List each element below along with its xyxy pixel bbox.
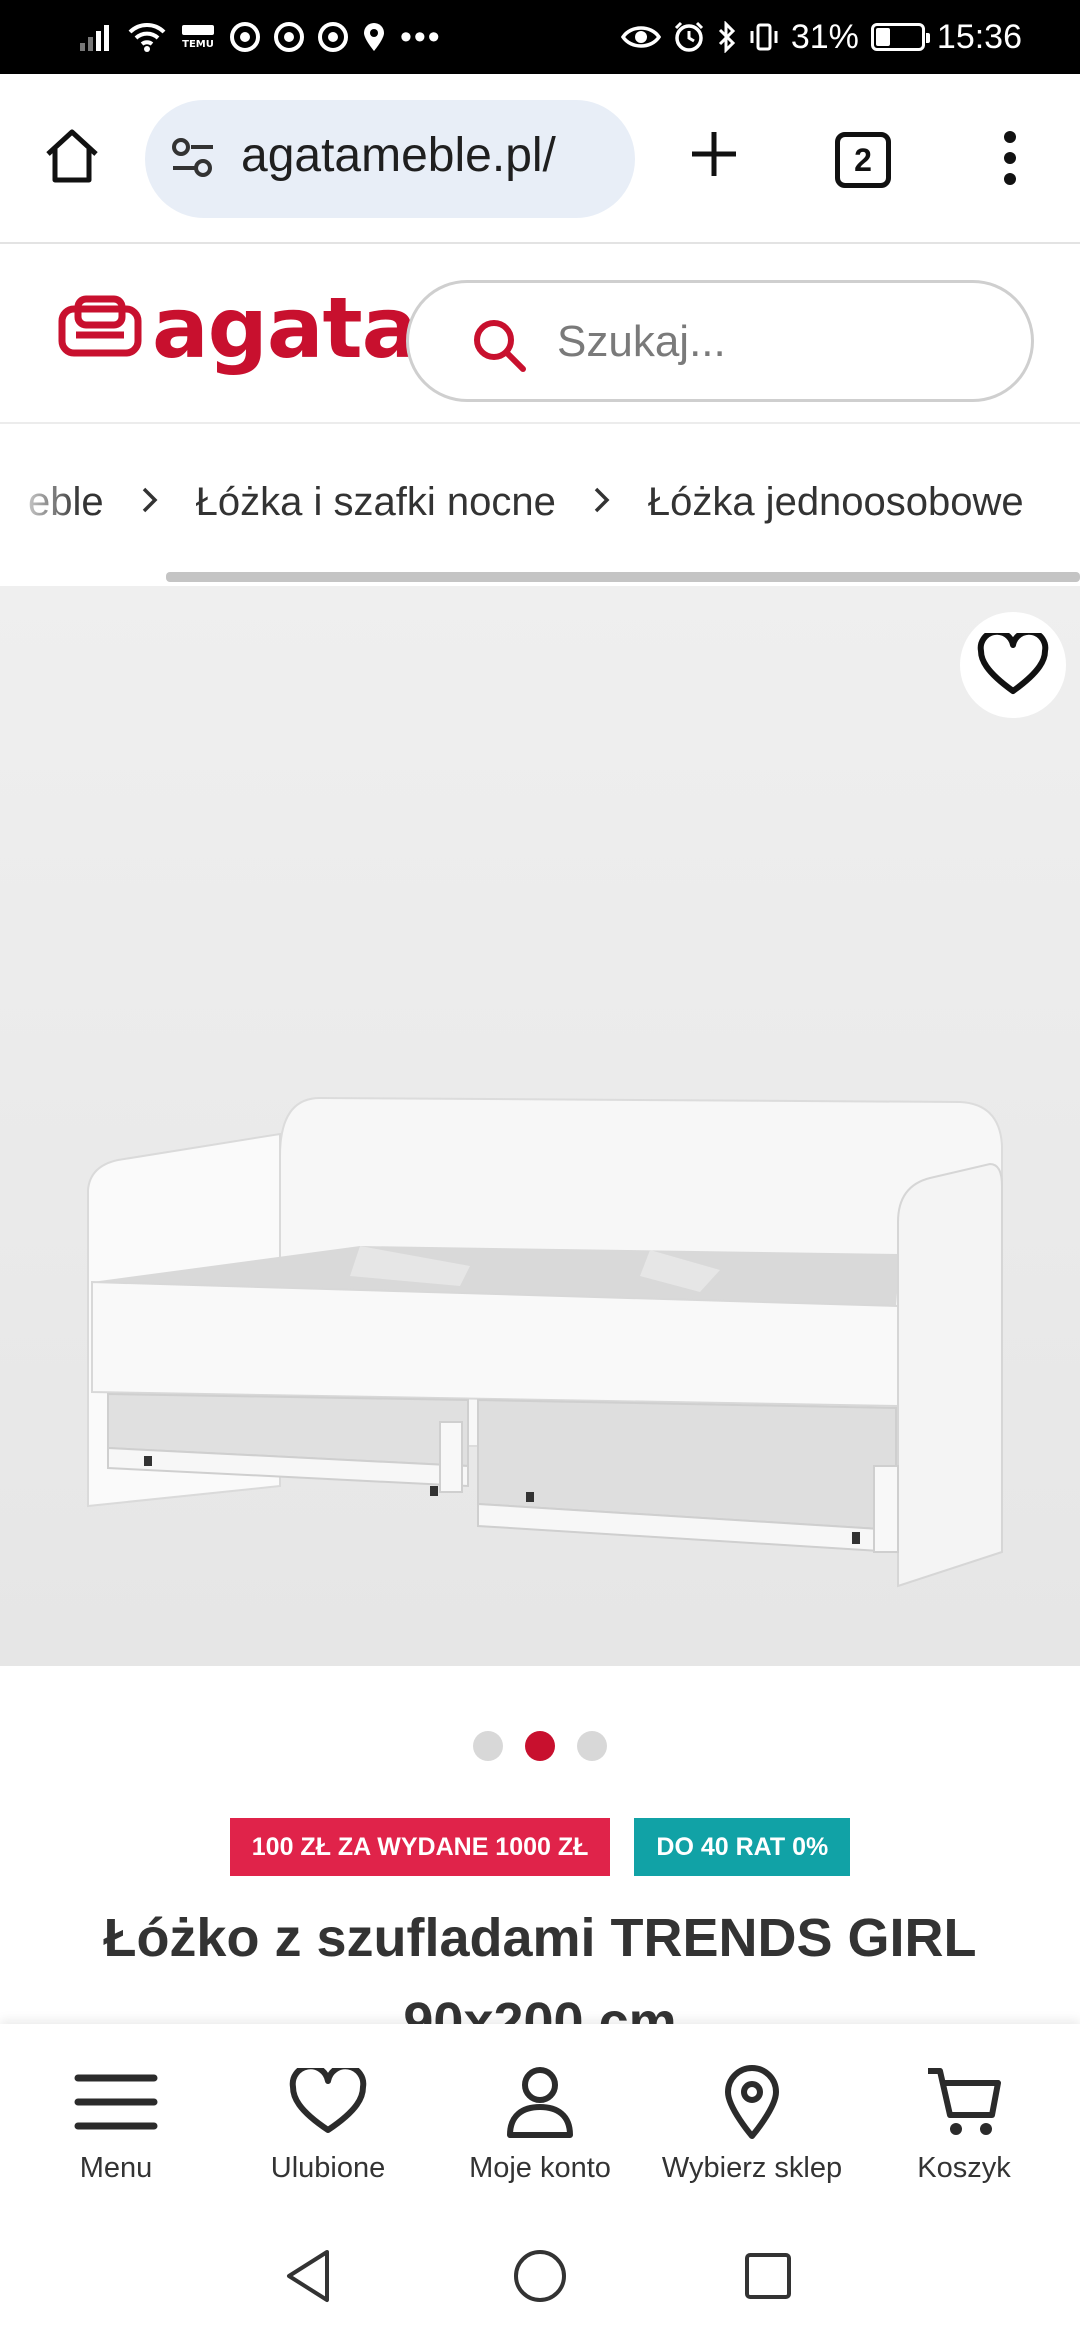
temu-icon: TEMU bbox=[180, 23, 216, 51]
recents-button[interactable] bbox=[728, 2236, 808, 2316]
square-recents-icon bbox=[745, 2253, 791, 2299]
breadcrumb-item-current[interactable]: Łóżka jednoosobowe bbox=[648, 480, 1024, 525]
bottom-navigation: Menu Ulubione Moje konto Wybierz sklep K… bbox=[0, 2024, 1080, 2214]
status-right-icons: 31% 15:36 bbox=[620, 0, 1022, 74]
chrome-icon bbox=[318, 22, 348, 52]
logo-text: agata bbox=[152, 279, 418, 377]
home-system-button[interactable] bbox=[500, 2236, 580, 2316]
system-navigation-bar bbox=[0, 2214, 1080, 2340]
sofa-logo-icon bbox=[58, 295, 142, 357]
heart-icon bbox=[289, 2062, 367, 2142]
url-text: agatameble.pl/ bbox=[241, 129, 556, 182]
search-input[interactable] bbox=[557, 311, 997, 373]
nav-label: Ulubione bbox=[270, 2152, 386, 2184]
browser-toolbar: agatameble.pl/ 2 bbox=[0, 74, 1080, 244]
add-to-favorites-button[interactable] bbox=[960, 612, 1066, 718]
hamburger-icon bbox=[74, 2062, 158, 2142]
battery-percent: 31% bbox=[790, 17, 859, 56]
status-bar: TEMU ••• 31% 15:36 bbox=[0, 0, 1080, 74]
signal-icon bbox=[80, 23, 114, 51]
breadcrumb: eble Łóżka i szafki nocne Łóżka jednooso… bbox=[0, 424, 1080, 570]
cart-icon bbox=[924, 2062, 1004, 2142]
wifi-icon bbox=[128, 22, 166, 52]
more-vert-icon bbox=[1004, 131, 1016, 185]
tab-switcher-button[interactable]: 2 bbox=[835, 132, 891, 188]
carousel-dot[interactable] bbox=[577, 1731, 607, 1761]
location-pin-icon bbox=[723, 2062, 781, 2142]
agata-logo[interactable]: agata bbox=[58, 279, 418, 377]
battery-level bbox=[875, 28, 890, 46]
installments-badge[interactable]: DO 40 RAT 0% bbox=[634, 1818, 851, 1876]
alarm-icon bbox=[673, 21, 705, 53]
breadcrumb-item[interactable]: Łóżka i szafki nocne bbox=[196, 480, 556, 525]
circle-home-icon bbox=[514, 2250, 566, 2302]
carousel-dots bbox=[0, 1728, 1080, 1764]
back-icon bbox=[287, 2250, 329, 2302]
address-bar[interactable]: agatameble.pl/ bbox=[145, 100, 635, 218]
eye-icon bbox=[620, 23, 661, 51]
location-pin-icon bbox=[362, 22, 386, 52]
nav-label: Moje konto bbox=[469, 2152, 611, 2184]
breadcrumb-scrollbar[interactable] bbox=[166, 572, 1080, 582]
chrome-icon bbox=[230, 22, 260, 52]
carousel-dot-active[interactable] bbox=[525, 1731, 555, 1761]
nav-label: Menu bbox=[79, 2152, 153, 2184]
chevron-right-icon bbox=[140, 480, 160, 525]
chrome-icon bbox=[274, 22, 304, 52]
svg-text:TEMU: TEMU bbox=[182, 39, 214, 50]
nav-account[interactable]: Moje konto bbox=[435, 2024, 645, 2214]
nav-label: Koszyk bbox=[917, 2152, 1011, 2184]
breadcrumb-fade bbox=[0, 464, 80, 534]
user-icon bbox=[505, 2062, 575, 2142]
site-header: agata bbox=[0, 244, 1080, 424]
heart-icon bbox=[977, 633, 1049, 694]
browser-menu-button[interactable] bbox=[990, 126, 1030, 190]
search-icon[interactable] bbox=[471, 317, 527, 378]
home-button[interactable] bbox=[36, 120, 108, 192]
product-image[interactable] bbox=[0, 586, 1080, 1666]
clock: 15:36 bbox=[936, 17, 1022, 56]
nav-cart[interactable]: Koszyk bbox=[859, 2024, 1069, 2214]
bed-illustration bbox=[0, 586, 1080, 1666]
search-box[interactable] bbox=[406, 280, 1034, 402]
new-tab-button[interactable] bbox=[680, 120, 748, 188]
breadcrumb-list: eble Łóżka i szafki nocne Łóżka jednooso… bbox=[28, 480, 1024, 525]
nav-store[interactable]: Wybierz sklep bbox=[647, 2024, 857, 2214]
promo-badges: 100 ZŁ ZA WYDANE 1000 ZŁ DO 40 RAT 0% bbox=[0, 1818, 1080, 1876]
plus-icon bbox=[692, 132, 736, 176]
back-button[interactable] bbox=[268, 2236, 348, 2316]
chevron-right-icon bbox=[592, 480, 612, 525]
carousel-dot[interactable] bbox=[473, 1731, 503, 1761]
nav-favorites[interactable]: Ulubione bbox=[223, 2024, 433, 2214]
bluetooth-icon bbox=[717, 21, 737, 53]
more-notifications: ••• bbox=[400, 17, 442, 56]
vibrate-icon bbox=[749, 22, 779, 52]
promo-badge[interactable]: 100 ZŁ ZA WYDANE 1000 ZŁ bbox=[229, 1818, 611, 1876]
status-left-icons: TEMU ••• bbox=[80, 0, 442, 74]
nav-menu[interactable]: Menu bbox=[11, 2024, 221, 2214]
site-settings-icon[interactable] bbox=[169, 134, 217, 187]
battery-icon bbox=[870, 23, 930, 51]
tab-count: 2 bbox=[854, 141, 872, 178]
nav-label: Wybierz sklep bbox=[661, 2152, 843, 2184]
home-icon bbox=[46, 129, 98, 183]
